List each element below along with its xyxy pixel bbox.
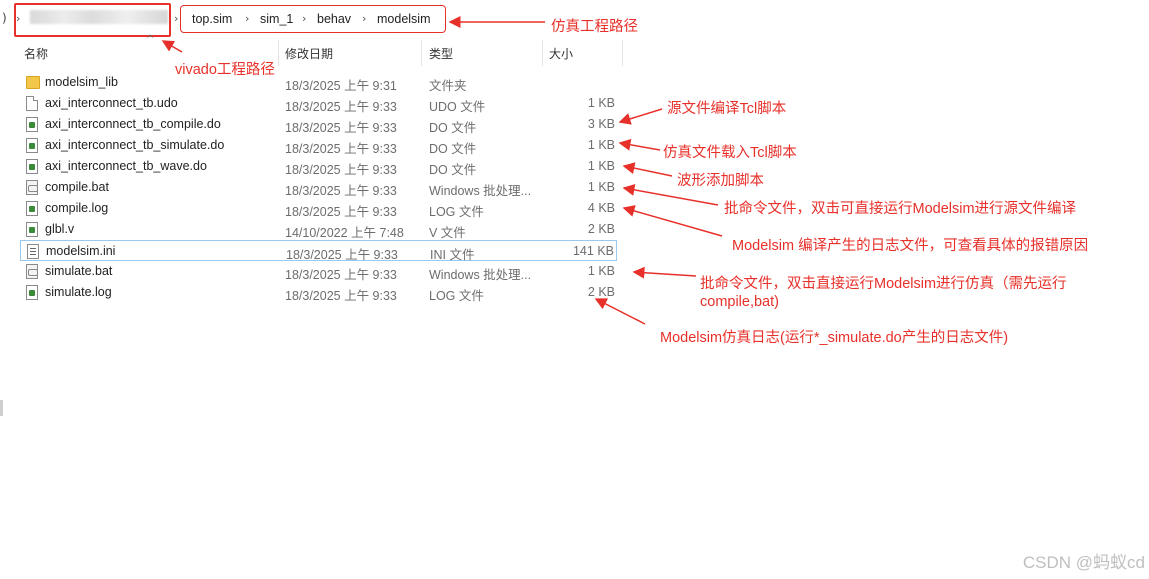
arrow-simulate-log [594,298,646,325]
annotation-simulate-bat-line1: 批命令文件，双击直接运行Modelsim进行仿真（需先运行 [700,276,1067,292]
scroll-edge-marker [0,400,3,416]
arrow-wave-do [622,162,673,177]
arrow-vivado-path [161,40,183,53]
watermark: CSDN @蚂蚁cd [1022,553,1145,572]
annotation-simulate-bat-line2: compile,bat) [700,294,779,310]
arrow-simulate-bat [632,266,697,279]
annotation-simulate-log: Modelsim仿真日志(运行*_simulate.do产生的日志文件) [660,330,1009,346]
annotation-wave-do: 波形添加脚本 [677,173,764,189]
arrow-compile-do [618,108,663,125]
annotation-compile-log: Modelsim 编译产生的日志文件，可查看具体的报错原因 [732,238,1089,254]
annotation-compile-do: 源文件编译Tcl脚本 [667,101,787,117]
annotation-compile-bat: 批命令文件，双击可直接运行Modelsim进行源文件编译 [724,201,1077,217]
arrow-simulate-do [618,138,661,151]
arrow-compile-bat [622,183,719,206]
annotation-simulate-do: 仿真文件载入Tcl脚本 [663,145,797,161]
arrow-compile-log [622,205,723,237]
annotation-sim-path: 仿真工程路径 [551,19,638,35]
annotation-vivado-path: vivado工程路径 [175,62,275,78]
